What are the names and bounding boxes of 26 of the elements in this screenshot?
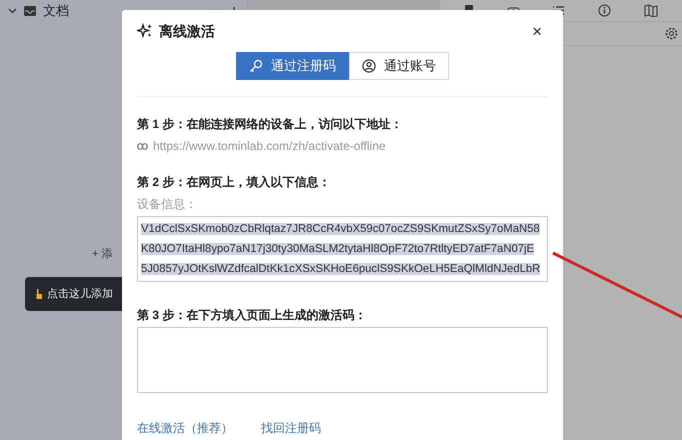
tab[interactable]: 通过账号 [349, 52, 449, 80]
sparkle-icon [137, 23, 153, 39]
device-info-field[interactable]: V1dCclSxSKmob0zCbRlqtaz7JR8CcR4vbX59c07ocZS9SKmutZSxSy7oMaN58 K80JO7ItaHl8ypo7aN17j30ty30MaSLM2tytaHl8OpF72to7RtltyED7atF7aN07jE 5J0857yJOtKslWZdfcalDtKk1cXSxSKHoE6puclS9SKkOeLH5EaQlMldNJedLbR [137, 216, 548, 282]
inbox-icon [23, 5, 37, 17]
step-heading: 第 3 步：在下方填入页面上生成的激活码： [137, 307, 368, 324]
link-icon [137, 142, 148, 150]
info-icon[interactable] [598, 4, 612, 17]
add-button[interactable]: + 添 [92, 246, 112, 262]
step-heading: 第 2 步：在网页上，填入以下信息： [137, 174, 332, 191]
url-text: https://www.tominlab.com/zh/activate-offline [153, 138, 386, 155]
activation-code-field[interactable] [137, 327, 548, 393]
map-icon[interactable] [644, 4, 658, 17]
user-icon [362, 59, 376, 73]
sidebar-title: 文档 [43, 2, 69, 20]
step-heading: 第 1 步：在能连接网络的设备上，访问以下地址： [137, 116, 404, 133]
key-icon [249, 59, 263, 73]
tab[interactable]: 通过注册码 [236, 52, 349, 80]
settings-icon[interactable] [665, 27, 678, 40]
close-button[interactable]: × [526, 22, 548, 40]
chevron-icon[interactable] [8, 8, 17, 14]
link[interactable]: 找回注册码 [261, 418, 321, 436]
tooltip-text: 点击这儿添加 [47, 286, 113, 302]
dialog-title: 离线激活 [159, 22, 215, 40]
field-label: 设备信息： [137, 196, 198, 213]
pointing-hand-icon [35, 288, 43, 300]
link[interactable]: 在线激活（推荐） [137, 418, 233, 436]
